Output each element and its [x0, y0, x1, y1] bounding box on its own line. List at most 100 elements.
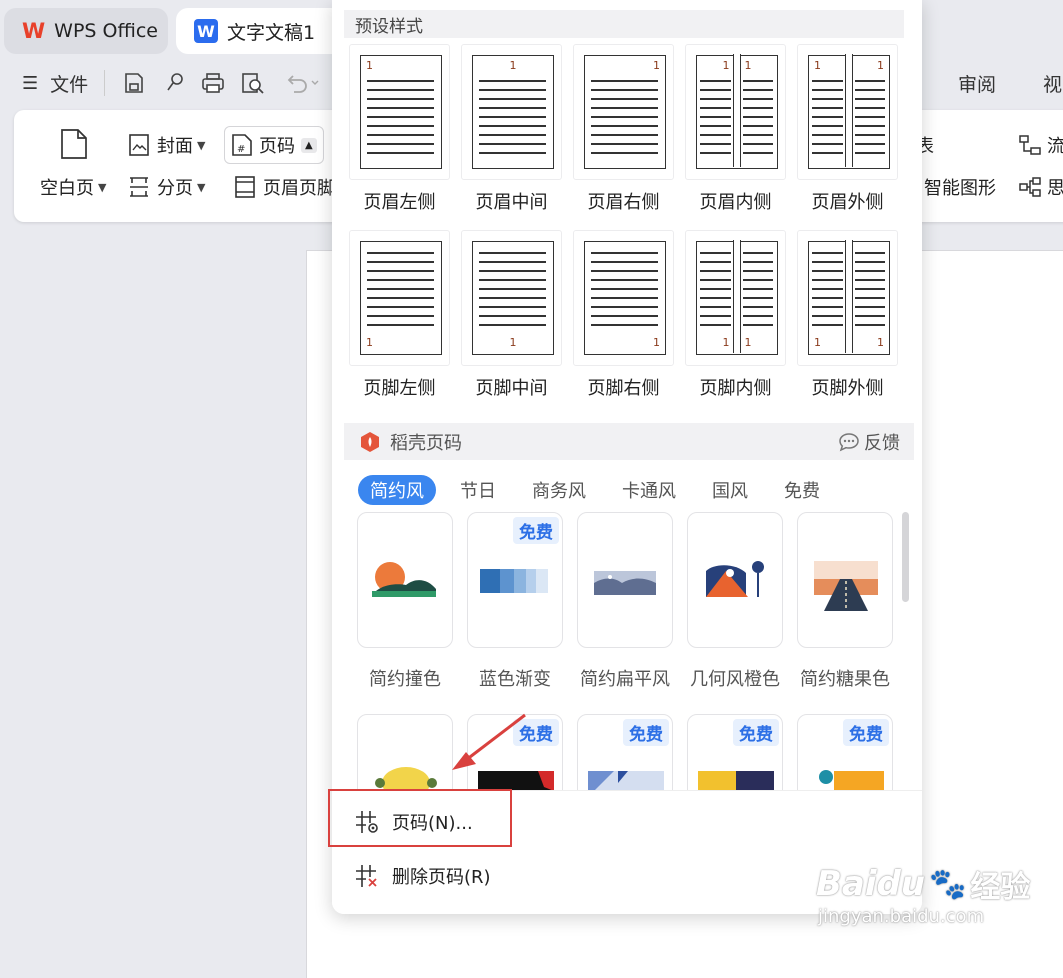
page-break-button[interactable]: 分页 ▼	[128, 174, 205, 200]
preset-header-right[interactable]: 1	[573, 44, 674, 180]
tab-review[interactable]: 审阅	[958, 64, 996, 102]
category-tab-cartoon[interactable]: 卡通风	[622, 475, 676, 505]
preset-header-inside[interactable]: 11	[685, 44, 786, 180]
preset-footer-center[interactable]: 1	[461, 230, 562, 366]
highlight-box	[328, 789, 512, 847]
text-line	[812, 288, 843, 290]
blank-page-icon[interactable]	[60, 128, 88, 160]
preset-footer-inside[interactable]: 11	[685, 230, 786, 366]
text-line	[479, 261, 546, 263]
preset-header-outside[interactable]: 11	[797, 44, 898, 180]
template-label: 几何风橙色	[690, 669, 780, 690]
text-line	[812, 252, 843, 254]
text-line	[854, 288, 885, 290]
text-line	[700, 134, 731, 136]
text-line	[812, 143, 843, 145]
page-number-icon: #	[231, 133, 253, 157]
category-tab-simple[interactable]: 简约风	[358, 475, 436, 505]
text-line	[591, 134, 658, 136]
text-line	[700, 306, 731, 308]
template-card-simple-candy[interactable]	[797, 512, 893, 648]
text-line	[367, 315, 434, 317]
header-footer-button[interactable]: 页眉页脚	[234, 174, 335, 200]
tab-label: 文字文稿1	[227, 21, 316, 44]
print-preview-icon[interactable]	[240, 64, 266, 102]
undo-icon[interactable]	[284, 64, 320, 102]
page-number-mark: 1	[744, 59, 752, 72]
template-card-simple-contrast[interactable]	[357, 512, 453, 648]
text-line	[367, 288, 434, 290]
text-line	[367, 80, 434, 82]
category-tab-festival[interactable]: 节日	[460, 475, 496, 505]
preset-footer-left[interactable]: 1	[349, 230, 450, 366]
template-card-blue-gradient[interactable]: 免费	[467, 512, 563, 648]
save-icon[interactable]	[122, 64, 146, 102]
category-tab-free[interactable]: 免费	[784, 475, 820, 505]
feedback-button[interactable]: 反馈	[838, 429, 900, 455]
text-line	[479, 324, 546, 326]
text-line	[700, 270, 731, 272]
text-line	[700, 297, 731, 299]
writer-doc-icon: W	[194, 19, 218, 43]
file-menu-button[interactable]: ☰ 文件	[22, 64, 88, 102]
text-line	[591, 252, 658, 254]
cover-button[interactable]: 封面 ▼	[128, 132, 205, 158]
free-badge: 免费	[623, 719, 669, 746]
text-line	[367, 270, 434, 272]
preset-label: 页脚外侧	[811, 378, 884, 399]
preset-header-left[interactable]: 1	[349, 44, 450, 180]
text-line	[812, 297, 843, 299]
tab-wps-office[interactable]: W WPS Office	[4, 8, 168, 54]
page-number-mark: 1	[744, 336, 752, 349]
delete-page-number-icon	[354, 863, 380, 889]
text-line	[591, 279, 658, 281]
template-card-simple-flat[interactable]	[577, 512, 673, 648]
flowchart-button[interactable]: 流	[1018, 132, 1063, 158]
text-line	[854, 252, 885, 254]
tab-view[interactable]: 视	[1043, 64, 1062, 102]
mindmap-button[interactable]: 思	[1018, 174, 1063, 200]
text-line	[591, 306, 658, 308]
page-thumbnail: 1	[472, 55, 554, 169]
preset-footer-outside[interactable]: 11	[797, 230, 898, 366]
template-thumbnail	[594, 571, 656, 595]
preset-label: 页脚内侧	[699, 378, 772, 399]
category-tab-chinese[interactable]: 国风	[712, 475, 748, 505]
page-number-button[interactable]: # 页码 ▲	[224, 126, 324, 164]
watermark-url: jingyan.baidu.com	[818, 906, 985, 927]
text-line	[367, 252, 434, 254]
delete-page-number-label: 删除页码(R)	[392, 867, 491, 888]
text-line	[812, 107, 843, 109]
blank-page-button[interactable]: 空白页 ▼	[40, 174, 106, 200]
text-line	[479, 252, 546, 254]
page-thumbnail: 1	[584, 241, 666, 355]
text-line	[479, 288, 546, 290]
page-number-mark: 1	[877, 59, 884, 72]
tab-document[interactable]: W 文字文稿1	[176, 8, 346, 54]
page-number-mark: 1	[653, 336, 660, 349]
category-tab-business[interactable]: 商务风	[532, 475, 586, 505]
template-card-geometric-orange[interactable]	[687, 512, 783, 648]
text-line	[367, 107, 434, 109]
delete-page-number-item[interactable]: 删除页码(R)	[354, 863, 491, 889]
page-number-mark: 1	[509, 336, 517, 349]
text-line	[742, 98, 773, 100]
text-line	[700, 80, 731, 82]
feedback-label: 反馈	[864, 432, 900, 454]
text-line	[812, 306, 843, 308]
link-icon[interactable]	[163, 64, 187, 102]
text-line	[479, 279, 546, 281]
chevron-up-icon: ▲	[301, 137, 317, 153]
text-line	[591, 315, 658, 317]
text-line	[700, 252, 731, 254]
text-line	[479, 143, 546, 145]
template-scrollbar[interactable]	[902, 512, 909, 602]
preset-footer-right[interactable]: 1	[573, 230, 674, 366]
smart-shape-button[interactable]: 智能图形	[924, 174, 996, 200]
preset-header-center[interactable]: 1	[461, 44, 562, 180]
print-icon[interactable]	[200, 64, 226, 102]
preset-styles-header: 预设样式	[344, 10, 904, 38]
daoke-section-header: 稻壳页码 反馈	[344, 423, 914, 460]
preset-label: 页眉外侧	[811, 192, 884, 213]
blank-page-label: 空白页	[40, 178, 94, 199]
